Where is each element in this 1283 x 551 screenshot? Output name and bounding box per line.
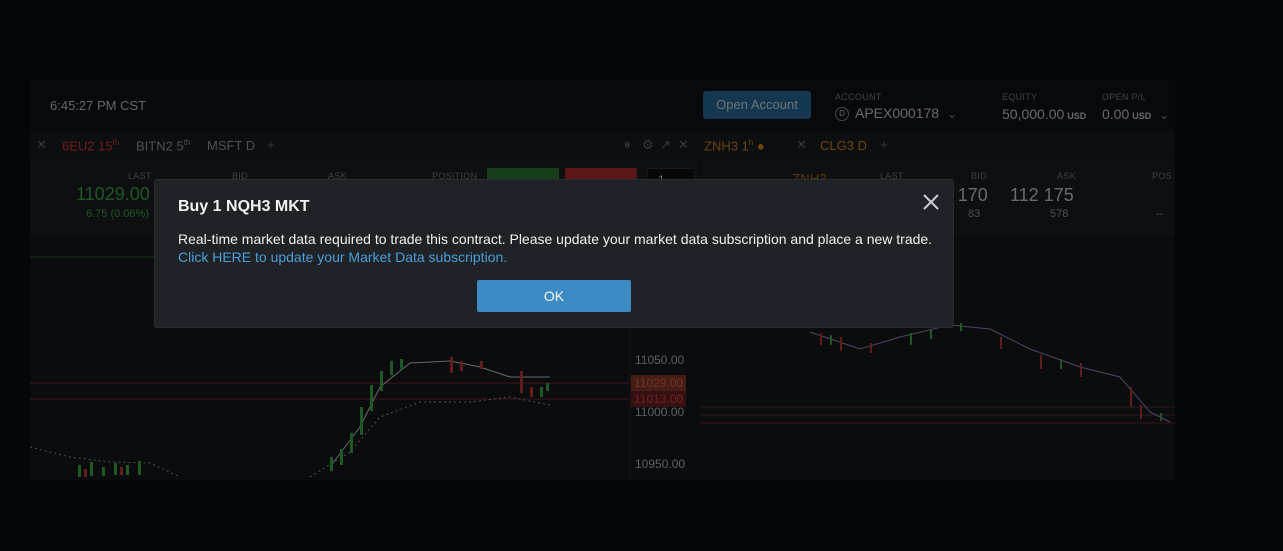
market-data-link[interactable]: Click HERE to update your Market Data su… [178,248,938,266]
dialog-message: Real-time market data required to trade … [178,231,933,247]
close-icon[interactable] [919,190,943,214]
ok-button[interactable]: OK [477,280,631,312]
dialog-title: Buy 1 NQH3 MKT [178,198,310,215]
order-error-dialog: Buy 1 NQH3 MKT Real-time market data req… [155,180,953,327]
dialog-message-block: Real-time market data required to trade … [178,230,938,266]
